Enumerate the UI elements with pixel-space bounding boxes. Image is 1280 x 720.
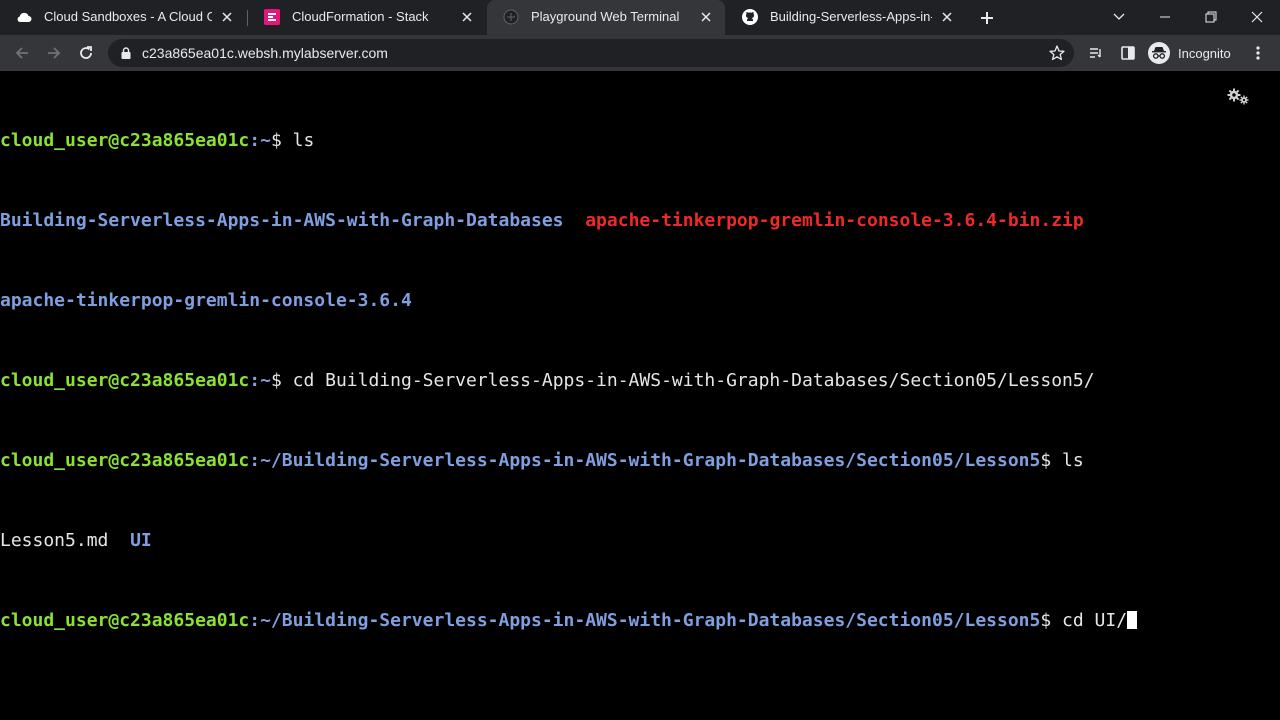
tab-title: CloudFormation - Stack — [292, 9, 429, 24]
close-tab-icon[interactable] — [938, 8, 956, 26]
terminal-line: cloud_user@c23a865ea01c:~/Building-Serve… — [0, 610, 1138, 631]
close-tab-icon[interactable] — [218, 8, 236, 26]
tab-github-repo[interactable]: Building-Serverless-Apps-in-AWS-with-Gra… — [726, 0, 966, 35]
directory-entry: UI — [130, 530, 152, 551]
globe-icon — [503, 9, 519, 25]
back-button[interactable] — [10, 41, 34, 65]
lock-icon[interactable] — [119, 46, 133, 60]
cloud-icon — [16, 9, 32, 25]
terminal-line: cloud_user@c23a865ea01c:~$ ls — [0, 131, 1137, 151]
reload-button[interactable] — [74, 41, 98, 65]
tab-cloudformation[interactable]: CloudFormation - Stack — [248, 0, 486, 35]
tab-title: Building-Serverless-Apps-in-AWS-with-Gra… — [770, 9, 932, 24]
terminal-line: cloud_user@c23a865ea01c:~/Building-Serve… — [0, 451, 1137, 471]
tab-strip: Cloud Sandboxes - A Cloud Guru CloudForm… — [0, 0, 1280, 35]
prompt-path: :~ — [249, 130, 271, 151]
incognito-icon — [1148, 42, 1170, 64]
forward-button[interactable] — [42, 41, 66, 65]
terminal-line: Building-Serverless-Apps-in-AWS-with-Gra… — [0, 211, 1137, 231]
tab-title: Playground Web Terminal — [531, 9, 680, 24]
prompt-path: :~ — [249, 370, 271, 391]
terminal-cursor — [1127, 611, 1138, 629]
tab-playground-web-terminal[interactable]: Playground Web Terminal — [487, 0, 725, 35]
prompt-path: :~/Building-Serverless-Apps-in-AWS-with-… — [249, 610, 1041, 631]
tab-search-icon[interactable] — [1107, 6, 1131, 28]
browser-menu-icon[interactable] — [1246, 41, 1270, 65]
incognito-profile-button[interactable]: Incognito — [1148, 40, 1231, 66]
cloudformation-icon — [264, 9, 280, 25]
command-text: $ ls — [270, 130, 315, 151]
terminal-output: cloud_user@c23a865ea01c:~$ ls Building-S… — [0, 71, 1138, 691]
prompt-user-host: cloud_user@c23a865ea01c — [0, 610, 250, 631]
prompt-user-host: cloud_user@c23a865ea01c — [0, 130, 250, 151]
reading-list-icon[interactable] — [1084, 41, 1108, 65]
command-text: $ cd Building-Serverless-Apps-in-AWS-wit… — [270, 370, 1095, 391]
terminal-line: cloud_user@c23a865ea01c:~$ cd Building-S… — [0, 371, 1137, 391]
close-window-icon[interactable] — [1245, 6, 1269, 28]
incognito-label: Incognito — [1178, 45, 1231, 61]
restore-window-icon[interactable] — [1199, 6, 1223, 28]
command-text: $ cd UI/ — [1040, 610, 1128, 631]
browser-toolbar: c23a865ea01c.websh.mylabserver.com Incog… — [0, 35, 1280, 71]
address-bar[interactable]: c23a865ea01c.websh.mylabserver.com — [108, 39, 1074, 67]
prompt-user-host: cloud_user@c23a865ea01c — [0, 450, 250, 471]
command-text: $ ls — [1040, 450, 1084, 471]
settings-gears-icon[interactable] — [1226, 86, 1250, 106]
github-icon — [742, 9, 758, 25]
url-text[interactable]: c23a865ea01c.websh.mylabserver.com — [142, 44, 388, 62]
minimize-window-icon[interactable] — [1153, 6, 1177, 28]
file-entry: Lesson5.md — [0, 530, 109, 551]
tab-cloud-sandboxes[interactable]: Cloud Sandboxes - A Cloud Guru — [0, 0, 246, 35]
web-terminal[interactable]: cloud_user@c23a865ea01c:~$ ls Building-S… — [0, 71, 1280, 720]
side-panel-icon[interactable] — [1116, 41, 1140, 65]
close-tab-icon[interactable] — [458, 8, 476, 26]
tab-title: Cloud Sandboxes - A Cloud Guru — [44, 9, 212, 24]
terminal-line: apache-tinkerpop-gremlin-console-3.6.4 — [0, 291, 1137, 311]
prompt-user-host: cloud_user@c23a865ea01c — [0, 370, 250, 391]
prompt-path: :~/Building-Serverless-Apps-in-AWS-with-… — [249, 450, 1041, 471]
bookmark-star-icon[interactable] — [1048, 44, 1066, 62]
new-tab-button[interactable] — [976, 7, 998, 29]
terminal-line: Lesson5.md UI — [0, 531, 1137, 551]
close-tab-icon[interactable] — [697, 8, 715, 26]
directory-entry: apache-tinkerpop-gremlin-console-3.6.4 — [0, 290, 412, 311]
directory-entry: Building-Serverless-Apps-in-AWS-with-Gra… — [0, 210, 564, 231]
archive-entry: apache-tinkerpop-gremlin-console-3.6.4-b… — [585, 210, 1084, 231]
